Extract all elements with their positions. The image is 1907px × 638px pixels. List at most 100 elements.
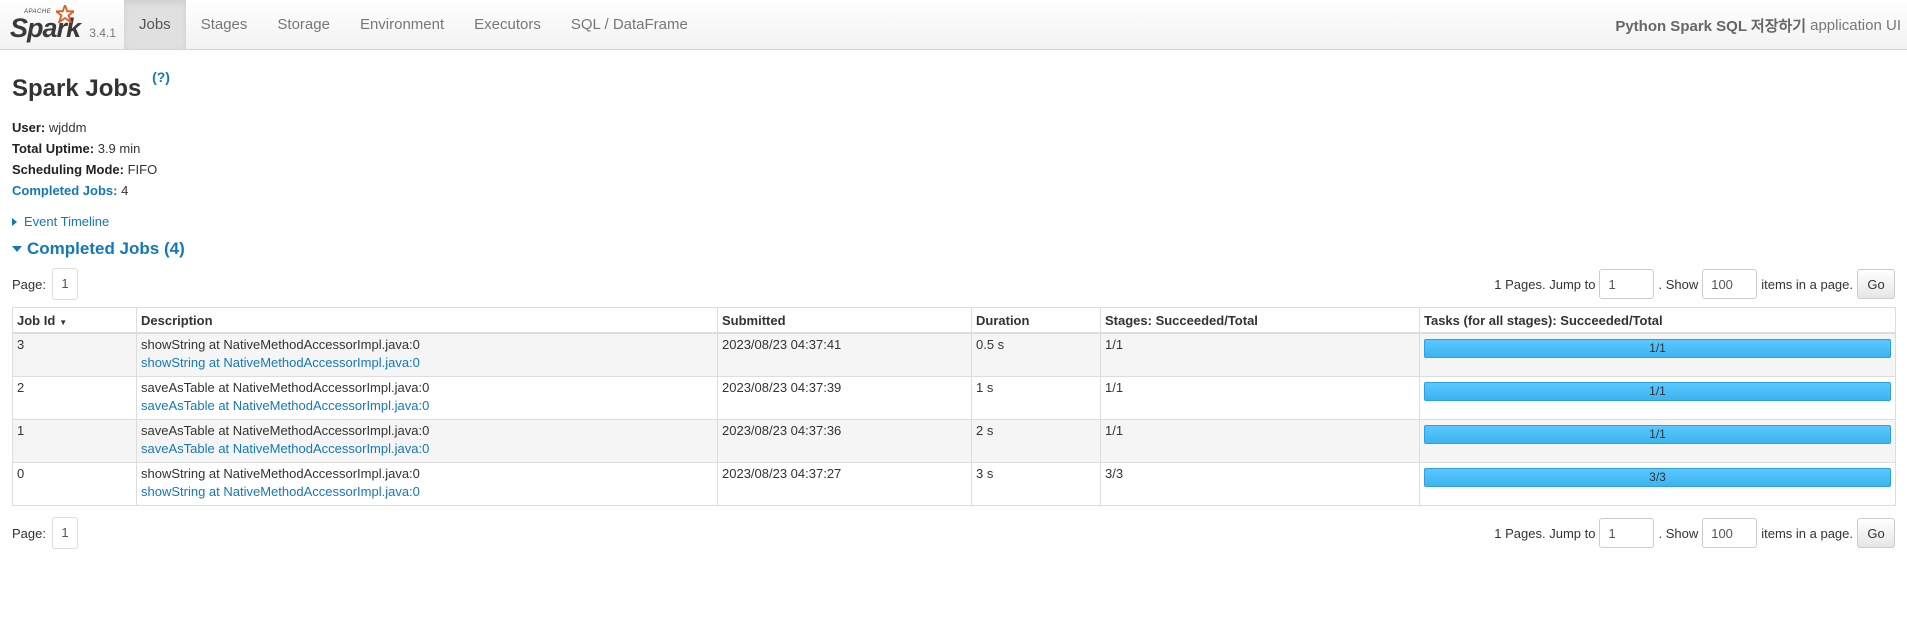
table-row: 2 saveAsTable at NativeMethodAccessorImp…	[12, 376, 1896, 420]
cell-duration: 0.5 s	[971, 332, 1101, 377]
pages-jump-text: 1 Pages. Jump to	[1494, 276, 1596, 292]
job-detail-link[interactable]: showString at NativeMethodAccessorImpl.j…	[141, 355, 713, 370]
help-link[interactable]: (?)	[152, 69, 170, 85]
app-title: Python Spark SQL 저장하기 application UI	[1615, 0, 1901, 50]
event-timeline-toggle[interactable]: Event Timeline	[12, 214, 1895, 229]
cell-job-id: 3	[12, 332, 137, 377]
completed-jobs-header[interactable]: Completed Jobs (4)	[12, 239, 1895, 259]
header-job-id[interactable]: Job Id ▼	[12, 307, 137, 334]
cell-duration: 3 s	[971, 462, 1101, 506]
table-row: 1 saveAsTable at NativeMethodAccessorImp…	[12, 419, 1896, 463]
cell-description: saveAsTable at NativeMethodAccessorImpl.…	[136, 376, 718, 420]
main-content: Spark Jobs (?) User: wjddm Total Uptime:…	[0, 69, 1907, 550]
task-progress-bar: 1/1	[1424, 425, 1891, 444]
cell-submitted: 2023/08/23 04:37:41	[717, 332, 972, 377]
sort-desc-icon: ▼	[59, 317, 68, 327]
task-progress-text: 1/1	[1649, 427, 1666, 441]
cell-description: showString at NativeMethodAccessorImpl.j…	[136, 462, 718, 506]
app-name: Python Spark SQL 저장하기	[1615, 17, 1807, 35]
summary-mode-label: Scheduling Mode:	[12, 162, 124, 177]
task-progress-bar: 1/1	[1424, 339, 1891, 358]
paging-bottom: Page: 1 1 Pages. Jump to . Show items in…	[12, 516, 1895, 550]
summary-scheduling-mode: Scheduling Mode: FIFO	[12, 159, 1895, 180]
cell-duration: 2 s	[971, 419, 1101, 463]
tab-jobs[interactable]: Jobs	[124, 0, 186, 49]
cell-description: showString at NativeMethodAccessorImpl.j…	[136, 332, 718, 377]
page-label: Page:	[12, 525, 46, 541]
page-controls-bottom: 1 Pages. Jump to . Show items in a page.…	[1494, 518, 1895, 548]
header-duration[interactable]: Duration	[971, 307, 1101, 334]
spark-logo[interactable]: APACHE Spark	[10, 3, 81, 47]
cell-submitted: 2023/08/23 04:37:36	[717, 419, 972, 463]
summary-user-value: wjddm	[48, 120, 87, 135]
header-stages[interactable]: Stages: Succeeded/Total	[1100, 307, 1420, 334]
job-description: saveAsTable at NativeMethodAccessorImpl.…	[141, 423, 430, 438]
cell-submitted: 2023/08/23 04:37:39	[717, 376, 972, 420]
page-size-input[interactable]	[1702, 269, 1758, 299]
completed-jobs-title: Completed Jobs (4)	[27, 239, 185, 258]
cell-job-id: 2	[12, 376, 137, 420]
header-description[interactable]: Description	[136, 307, 718, 334]
completed-jobs-table: Job Id ▼ Description Submitted Duration S…	[12, 307, 1896, 506]
event-timeline-label: Event Timeline	[24, 214, 110, 229]
cell-job-id: 1	[12, 419, 137, 463]
summary-mode-value: FIFO	[127, 162, 158, 177]
header-submitted[interactable]: Submitted	[717, 307, 972, 334]
page-number-button[interactable]: 1	[51, 517, 78, 549]
header-tasks[interactable]: Tasks (for all stages): Succeeded/Total	[1419, 307, 1896, 334]
summary-completed-value: 4	[121, 183, 129, 198]
items-in-page-text: items in a page.	[1761, 276, 1853, 292]
page-label: Page:	[12, 276, 46, 292]
cell-stages: 1/1	[1100, 419, 1420, 463]
summary-completed-jobs: Completed Jobs: 4	[12, 180, 1895, 201]
cell-tasks: 3/3	[1419, 462, 1896, 506]
task-progress-bar: 1/1	[1424, 382, 1891, 401]
task-progress-text: 1/1	[1649, 341, 1666, 355]
table-row: 3 showString at NativeMethodAccessorImpl…	[12, 332, 1896, 377]
paging-top: Page: 1 1 Pages. Jump to . Show items in…	[12, 267, 1895, 301]
app-suffix: application UI	[1810, 16, 1901, 34]
cell-duration: 1 s	[971, 376, 1101, 420]
spark-version: 3.4.1	[89, 25, 116, 40]
summary-list: User: wjddm Total Uptime: 3.9 min Schedu…	[12, 117, 1895, 201]
tab-storage[interactable]: Storage	[262, 0, 345, 49]
nav-tabs: Jobs Stages Storage Environment Executor…	[124, 0, 703, 49]
job-detail-link[interactable]: saveAsTable at NativeMethodAccessorImpl.…	[141, 398, 713, 413]
job-detail-link[interactable]: showString at NativeMethodAccessorImpl.j…	[141, 484, 713, 499]
jump-to-page-input[interactable]	[1599, 269, 1655, 299]
brand[interactable]: APACHE Spark 3.4.1	[0, 0, 124, 49]
cell-tasks: 1/1	[1419, 332, 1896, 377]
cell-job-id: 0	[12, 462, 137, 506]
tab-stages[interactable]: Stages	[186, 0, 263, 49]
tab-environment[interactable]: Environment	[345, 0, 459, 49]
job-description: showString at NativeMethodAccessorImpl.j…	[141, 337, 420, 352]
page-number-button[interactable]: 1	[51, 268, 78, 300]
cell-tasks: 1/1	[1419, 376, 1896, 420]
jump-to-page-input[interactable]	[1599, 518, 1655, 548]
header-job-id-label: Job Id	[17, 312, 56, 328]
page-nav: Page: 1	[12, 268, 78, 300]
summary-uptime: Total Uptime: 3.9 min	[12, 138, 1895, 159]
tab-executors[interactable]: Executors	[459, 0, 556, 49]
cell-stages: 3/3	[1100, 462, 1420, 506]
page-size-input[interactable]	[1702, 518, 1758, 548]
go-button[interactable]: Go	[1857, 518, 1895, 548]
page-controls: 1 Pages. Jump to . Show items in a page.…	[1494, 269, 1895, 299]
task-progress-text: 3/3	[1649, 470, 1666, 484]
tab-sql-dataframe[interactable]: SQL / DataFrame	[556, 0, 703, 49]
go-button[interactable]: Go	[1857, 269, 1895, 299]
show-text: . Show	[1658, 525, 1699, 541]
cell-submitted: 2023/08/23 04:37:27	[717, 462, 972, 506]
summary-uptime-label: Total Uptime:	[12, 141, 95, 156]
completed-jobs-link[interactable]: Completed Jobs:	[12, 183, 117, 198]
summary-user-label: User:	[12, 120, 46, 135]
job-description: showString at NativeMethodAccessorImpl.j…	[141, 466, 420, 481]
job-detail-link[interactable]: saveAsTable at NativeMethodAccessorImpl.…	[141, 441, 713, 456]
page-title: Spark Jobs	[12, 75, 142, 102]
job-description: saveAsTable at NativeMethodAccessorImpl.…	[141, 380, 430, 395]
table-header-row: Job Id ▼ Description Submitted Duration S…	[12, 307, 1896, 334]
show-text: . Show	[1658, 276, 1699, 292]
collapsed-arrow-icon	[12, 217, 17, 226]
top-navbar: APACHE Spark 3.4.1 Jobs Stages Storage E…	[0, 0, 1907, 50]
cell-description: saveAsTable at NativeMethodAccessorImpl.…	[136, 419, 718, 463]
